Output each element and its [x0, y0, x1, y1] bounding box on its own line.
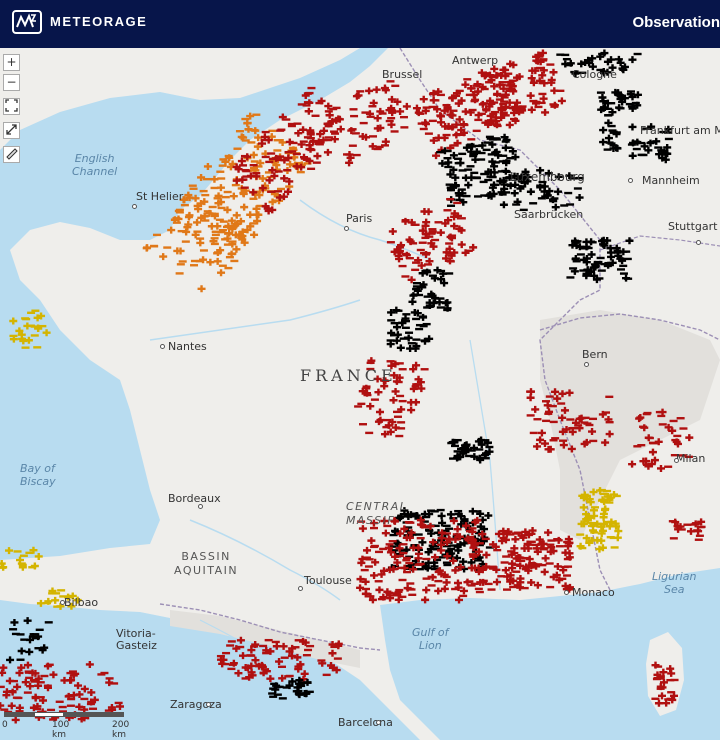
zoom-in-button[interactable]: +	[3, 54, 20, 71]
scale-label: 200 km	[112, 720, 130, 740]
city-marker	[344, 226, 349, 231]
brand-name[interactable]: METEORAGE	[50, 14, 147, 29]
city-label: Brussel	[382, 68, 423, 81]
scale-label: 100 km	[52, 720, 70, 740]
city-marker	[674, 458, 679, 463]
city-marker	[60, 600, 65, 605]
city-label: Monaco	[572, 586, 615, 599]
city-label: Bilbao	[64, 596, 99, 609]
scale-label: 0	[2, 720, 8, 730]
region-label: CENTRAL MASSIF	[346, 500, 408, 527]
city-marker	[696, 240, 701, 245]
city-marker	[564, 590, 569, 595]
sea-label: Gulf of Lion	[412, 626, 449, 652]
meteorage-logo-icon[interactable]	[12, 10, 42, 34]
city-label: Toulouse	[304, 574, 352, 587]
scale-segment	[64, 712, 124, 717]
zoom-out-button[interactable]: −	[3, 74, 20, 91]
city-label: Saarbrücken	[514, 208, 584, 221]
city-label: Bern	[582, 348, 608, 361]
sea-label: Bay of Biscay	[20, 462, 56, 488]
city-marker	[198, 504, 203, 509]
country-label-france: FRANCE	[300, 366, 397, 385]
lightning-map[interactable]: + − Brussel Antwerp Cologne Frankfurt am…	[0, 48, 720, 740]
city-label: Mannheim	[642, 174, 700, 187]
top-bar: METEORAGE Observation	[0, 0, 720, 48]
scale-segment	[4, 712, 34, 717]
region-label: BASSIN AQUITAIN	[174, 550, 239, 577]
expand-icon[interactable]	[3, 122, 20, 139]
city-label: Barcelona	[338, 716, 393, 729]
city-marker	[628, 178, 633, 183]
city-marker	[584, 362, 589, 367]
city-marker	[132, 204, 137, 209]
city-label: Nantes	[168, 340, 207, 353]
city-label: Milan	[676, 452, 706, 465]
city-marker	[160, 344, 165, 349]
city-marker	[376, 720, 381, 725]
city-label: Frankfurt am Main	[640, 124, 720, 137]
city-label: Bordeaux	[168, 492, 221, 505]
city-label: Luxembourg	[510, 170, 585, 184]
fullscreen-icon[interactable]	[3, 98, 20, 115]
sea-label: Ligurian Sea	[652, 570, 697, 596]
city-label: Stuttgart	[668, 220, 718, 233]
observation-nav-title[interactable]: Observation	[632, 14, 720, 31]
scale-segment	[34, 712, 64, 717]
city-label: Antwerp	[452, 54, 499, 67]
city-marker	[206, 702, 211, 707]
city-label: Vitoria- Gasteiz	[116, 627, 157, 652]
city-label: Cologne	[572, 68, 617, 81]
sea-label: English Channel	[72, 152, 118, 178]
city-marker	[298, 586, 303, 591]
city-label: Zaragoza	[170, 698, 222, 711]
city-label: St Helier	[136, 190, 184, 203]
measure-ruler-icon[interactable]	[3, 146, 20, 163]
city-label: Paris	[346, 212, 373, 225]
